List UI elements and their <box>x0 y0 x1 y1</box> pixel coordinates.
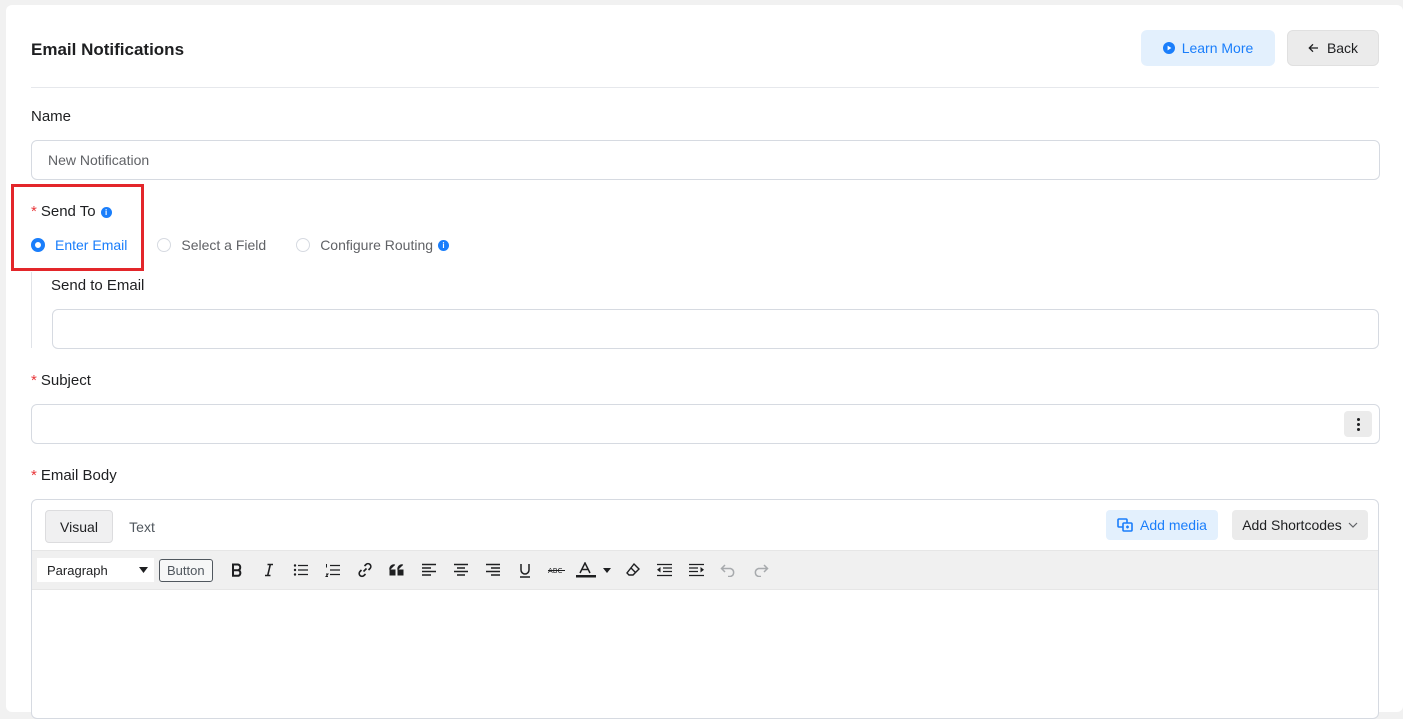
editor-toolbar: Paragraph Button ABC <box>32 550 1378 590</box>
learn-more-button[interactable]: Learn More <box>1141 30 1275 66</box>
send-to-radio-group: Enter Email Select a Field Configure Rou… <box>31 236 479 254</box>
outdent-icon[interactable] <box>649 556 681 584</box>
tab-text[interactable]: Text <box>117 510 167 543</box>
subject-label-text: Subject <box>40 372 91 389</box>
radio-label: Enter Email <box>55 237 128 253</box>
required-asterisk: * <box>31 467 37 484</box>
email-body-label-text: Email Body <box>40 467 117 484</box>
back-button[interactable]: Back <box>1287 30 1379 66</box>
info-icon[interactable]: i <box>438 239 450 251</box>
radio-button[interactable] <box>157 238 172 252</box>
align-center-icon[interactable] <box>445 556 477 584</box>
play-circle-icon <box>1162 42 1175 54</box>
bullet-list-icon[interactable] <box>285 556 317 584</box>
send-to-highlight-box <box>11 184 144 271</box>
send-to-email-input[interactable] <box>52 309 1379 349</box>
italic-icon[interactable] <box>253 556 285 584</box>
subject-label: * Subject <box>31 372 91 389</box>
caret-down-icon <box>139 567 148 573</box>
radio-configure-routing[interactable]: Configure Routing i <box>296 237 450 253</box>
strikethrough-icon[interactable]: ABC <box>541 556 573 584</box>
header: Email Notifications Learn More Back <box>31 30 1379 88</box>
bold-icon[interactable] <box>221 556 253 584</box>
radio-enter-email[interactable]: Enter Email <box>31 237 127 253</box>
radio-button[interactable] <box>296 238 311 252</box>
radio-select-field[interactable]: Select a Field <box>157 237 266 253</box>
format-select[interactable]: Paragraph <box>37 558 154 582</box>
numbered-list-icon[interactable] <box>317 556 349 584</box>
email-body-label: * Email Body <box>31 467 117 484</box>
subject-input[interactable] <box>31 404 1380 444</box>
add-media-button[interactable]: Add media <box>1106 510 1218 540</box>
name-label: Name <box>31 108 72 125</box>
text-color-icon[interactable] <box>573 556 617 584</box>
svg-text:ABC: ABC <box>548 567 562 575</box>
add-shortcodes-button[interactable]: Add Shortcodes <box>1232 510 1368 540</box>
add-shortcodes-label: Add Shortcodes <box>1242 517 1342 533</box>
required-asterisk: * <box>31 372 37 389</box>
name-input[interactable]: New Notification <box>31 140 1380 180</box>
radio-button[interactable] <box>31 238 45 252</box>
link-icon[interactable] <box>349 556 381 584</box>
insert-button-button[interactable]: Button <box>159 558 213 582</box>
email-body-editor: Visual Text Add media Add Shortcodes Par… <box>31 499 1379 719</box>
undo-icon[interactable] <box>713 556 745 584</box>
radio-label: Select a Field <box>181 237 267 253</box>
page-title: Email Notifications <box>31 40 185 59</box>
send-to-email-group-bar <box>31 272 32 348</box>
redo-icon[interactable] <box>745 556 777 584</box>
blockquote-icon[interactable] <box>381 556 413 584</box>
clear-formatting-icon[interactable] <box>617 556 649 584</box>
add-media-icon <box>1117 517 1133 532</box>
back-label: Back <box>1326 40 1359 56</box>
underline-icon[interactable] <box>509 556 541 584</box>
align-right-icon[interactable] <box>477 556 509 584</box>
indent-icon[interactable] <box>681 556 713 584</box>
format-select-value: Paragraph <box>47 562 108 578</box>
radio-label: Configure Routing <box>320 237 434 253</box>
arrow-left-icon <box>1308 43 1318 53</box>
send-to-email-label: Send to Email <box>51 277 145 294</box>
add-media-label: Add media <box>1140 517 1207 533</box>
editor-content-area[interactable] <box>32 591 1378 716</box>
kebab-menu-icon[interactable] <box>1344 411 1372 437</box>
tab-visual[interactable]: Visual <box>45 510 113 543</box>
learn-more-label: Learn More <box>1181 40 1254 56</box>
chevron-down-icon <box>1348 522 1358 528</box>
align-left-icon[interactable] <box>413 556 445 584</box>
